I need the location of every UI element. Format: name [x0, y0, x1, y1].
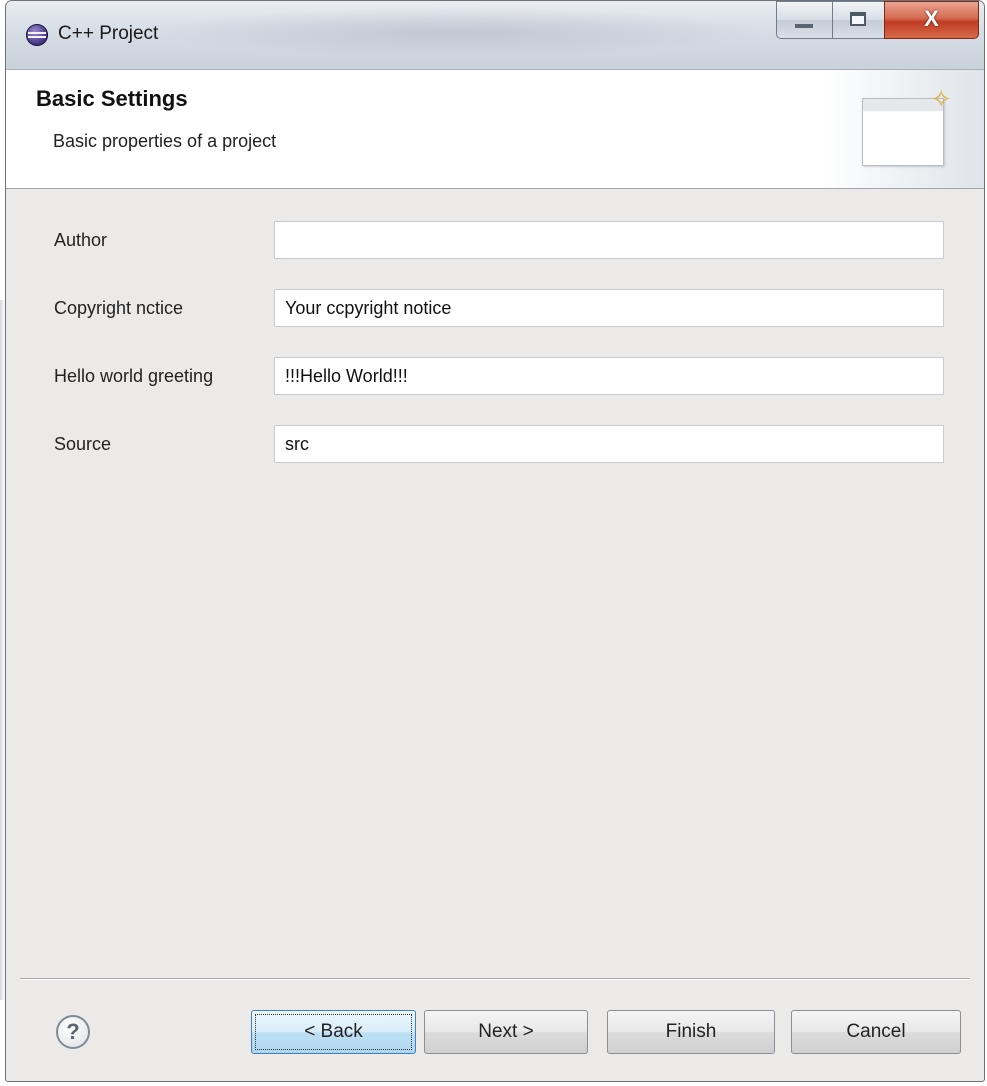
form-row-source: Source [6, 425, 984, 465]
page-title: Basic Settings [36, 86, 188, 111]
wizard-header: Basic Settings Basic properties of a pro… [6, 69, 984, 189]
window-controls: X [776, 1, 979, 45]
source-field[interactable] [274, 425, 944, 463]
greeting-field[interactable] [274, 357, 944, 395]
copyright-label: Copyright nctice [54, 298, 184, 318]
form-row-author: Author [6, 221, 984, 261]
back-button[interactable]: < Back [251, 1010, 416, 1054]
eclipse-app-icon [26, 24, 48, 46]
title-bar[interactable]: C++ Project X [6, 1, 984, 69]
wizard-banner-graphic: ✧ [824, 70, 984, 188]
help-icon[interactable]: ? [56, 1015, 90, 1049]
maximize-icon [850, 12, 866, 26]
author-label: Author [54, 230, 108, 250]
next-button[interactable]: Next > [424, 1010, 588, 1054]
source-label: Source [54, 434, 112, 454]
finish-button[interactable]: Finish [607, 1010, 775, 1054]
maximize-button[interactable] [832, 1, 884, 39]
cancel-button[interactable]: Cancel [791, 1010, 961, 1054]
close-icon: X [924, 6, 939, 31]
window-title: C++ Project [58, 23, 159, 44]
form-row-greeting: Hello world greeting [6, 357, 984, 397]
minimize-button[interactable] [776, 1, 832, 39]
title-bar-glass [146, 7, 766, 57]
author-field[interactable] [274, 221, 944, 259]
sparkle-icon: ✧ [930, 84, 952, 114]
minimize-icon [795, 24, 813, 28]
back-button-label: < Back [304, 1021, 363, 1042]
footer-separator [20, 978, 970, 980]
page-description: Basic properties of a project [53, 131, 277, 151]
copyright-field[interactable] [274, 289, 944, 327]
close-button[interactable]: X [884, 1, 979, 39]
dialog-window: C++ Project X Basic Settings Basic prope… [5, 0, 985, 1082]
form-row-copyright: Copyright nctice [6, 289, 984, 329]
greeting-label: Hello world greeting [54, 366, 214, 386]
